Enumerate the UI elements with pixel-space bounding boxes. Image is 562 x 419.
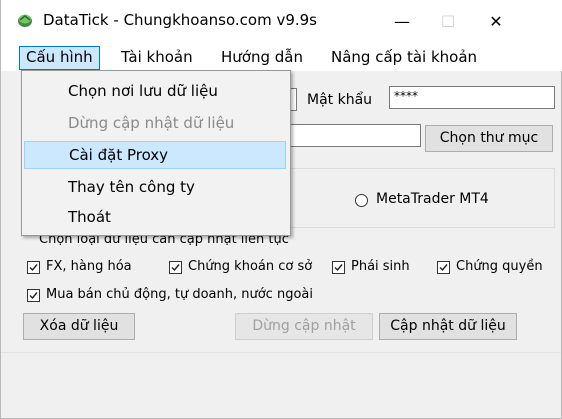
maximize-button[interactable]: ☐ bbox=[425, 0, 471, 42]
delete-data-button[interactable]: Xóa dữ liệu bbox=[23, 313, 135, 340]
title-bar: DataTick - Chungkhoanso.com v9.9s — ☐ ✕ bbox=[1, 0, 562, 42]
checkbox-fx[interactable] bbox=[27, 261, 40, 274]
choose-folder-button[interactable]: Chọn thư mục bbox=[425, 125, 553, 152]
app-icon bbox=[17, 12, 33, 28]
password-label: Mật khẩu bbox=[307, 92, 373, 108]
check-icon bbox=[29, 264, 38, 272]
mt4-radio-label: MetaTrader MT4 bbox=[376, 191, 489, 207]
checkbox-active-trading[interactable] bbox=[27, 289, 40, 302]
folder-path-field[interactable] bbox=[271, 124, 421, 147]
checkbox-derivatives[interactable] bbox=[332, 261, 345, 274]
window-title: DataTick - Chungkhoanso.com v9.9s bbox=[43, 11, 317, 29]
minimize-button[interactable]: — bbox=[379, 0, 425, 42]
check-icon bbox=[334, 264, 343, 272]
close-button[interactable]: ✕ bbox=[473, 0, 519, 42]
menu-nang-cap[interactable]: Nâng cấp tài khoản bbox=[325, 46, 483, 68]
divider bbox=[1, 352, 561, 353]
checkbox-warrants[interactable] bbox=[437, 261, 450, 274]
minimize-icon: — bbox=[394, 11, 410, 31]
menu-item-choose-storage[interactable]: Chọn nơi lưu dữ liệu bbox=[24, 77, 286, 105]
menu-item-exit[interactable]: Thoát bbox=[24, 203, 286, 231]
checkbox-derivatives-label: Phái sinh bbox=[351, 259, 410, 274]
app-window: DataTick - Chungkhoanso.com v9.9s — ☐ ✕ … bbox=[0, 0, 562, 419]
password-field[interactable]: **** bbox=[389, 86, 555, 109]
menu-cau-hinh[interactable]: Cấu hình bbox=[19, 46, 100, 70]
menu-huong-dan[interactable]: Hướng dẫn bbox=[215, 46, 309, 68]
mt4-radio[interactable] bbox=[355, 194, 368, 207]
menu-item-proxy-settings[interactable]: Cài đặt Proxy bbox=[24, 141, 286, 169]
menu-item-stop-update: Dừng cập nhật dữ liệu bbox=[68, 114, 235, 132]
checkbox-fx-label: FX, hàng hóa bbox=[46, 259, 132, 274]
checkbox-stocks[interactable] bbox=[169, 261, 182, 274]
check-icon bbox=[439, 264, 448, 272]
config-dropdown-menu: Chọn nơi lưu dữ liệu Dừng cập nhật dữ li… bbox=[21, 70, 291, 236]
checkbox-warrants-label: Chứng quyền bbox=[456, 259, 543, 274]
stop-update-button[interactable]: Dừng cập nhật bbox=[235, 313, 373, 340]
checkbox-active-trading-label: Mua bán chủ động, tự doanh, nước ngoài bbox=[46, 287, 313, 302]
update-data-button[interactable]: Cập nhật dữ liệu bbox=[379, 313, 517, 340]
checkbox-stocks-label: Chứng khoán cơ sở bbox=[188, 259, 313, 274]
maximize-icon: ☐ bbox=[440, 11, 456, 31]
menu-item-rename-company[interactable]: Thay tên công ty bbox=[24, 173, 286, 201]
check-icon bbox=[171, 264, 180, 272]
check-icon bbox=[29, 292, 38, 300]
close-icon: ✕ bbox=[489, 11, 503, 31]
menu-tai-khoan[interactable]: Tài khoản bbox=[115, 46, 199, 68]
